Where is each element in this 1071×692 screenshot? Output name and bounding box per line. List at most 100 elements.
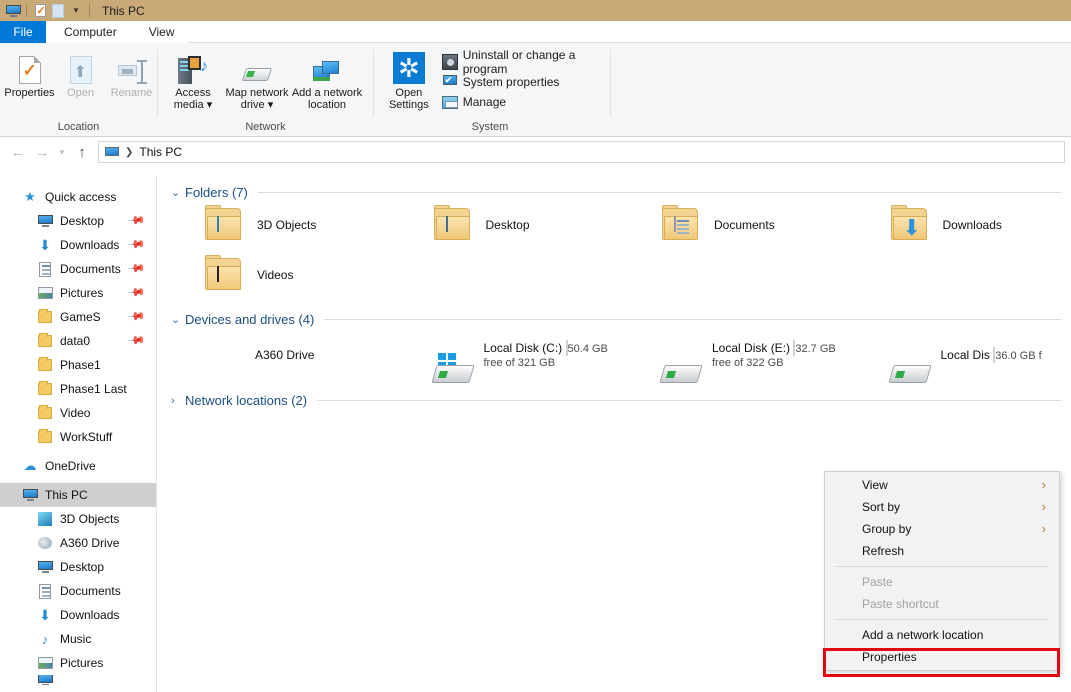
sidebar-item-desktop[interactable]: Desktop 📌 xyxy=(0,209,156,233)
pin-icon[interactable]: 📌 xyxy=(128,331,147,350)
breadcrumb-separator[interactable]: ❯ xyxy=(125,147,133,158)
sidebar-item-phase1-last[interactable]: Phase1 Last xyxy=(0,377,156,401)
open-settings-button[interactable]: Open Settings xyxy=(382,50,436,111)
forward-arrow-icon[interactable]: → xyxy=(30,140,54,164)
map-network-drive-icon xyxy=(241,52,273,84)
document-emblem-folder-icon xyxy=(662,205,702,242)
sidebar-item-label: Downloads xyxy=(60,608,120,622)
sidebar-item-workstuff[interactable]: WorkStuff xyxy=(0,425,156,449)
manage-button[interactable]: Manage xyxy=(441,92,610,112)
tab-file[interactable]: File xyxy=(0,21,46,43)
folder-item-documents[interactable]: Documents xyxy=(614,200,843,250)
cube-emblem-folder-icon xyxy=(205,205,245,242)
drive-item-local-disk-e[interactable]: Local Disk (E:) 32.7 GB free of 322 GB xyxy=(614,327,843,383)
pin-icon[interactable]: 📌 xyxy=(128,307,147,326)
navigation-pane[interactable]: ★ Quick access Desktop 📌 ⬇ Downloads 📌 D… xyxy=(0,177,157,692)
pin-icon[interactable]: 📌 xyxy=(128,259,147,278)
chevron-down-icon-2: ▾ xyxy=(267,99,274,111)
access-media-button[interactable]: ♪ Access media ▾ xyxy=(162,50,224,111)
pin-icon[interactable]: 📌 xyxy=(128,235,147,254)
sidebar-item-label: Music xyxy=(60,632,92,646)
drive-label: Local Disk (C:) xyxy=(483,341,563,355)
context-menu-item-add-network-location[interactable]: Add a network location xyxy=(825,624,1059,646)
sidebar-item-documents[interactable]: Documents 📌 xyxy=(0,257,156,281)
sidebar-item-downloads[interactable]: ⬇ Downloads 📌 xyxy=(0,233,156,257)
context-menu[interactable]: View › Sort by › Group by › Refresh Past… xyxy=(824,471,1060,671)
up-arrow-icon[interactable]: ↑ xyxy=(70,140,94,164)
access-media-label: Access media xyxy=(173,87,211,111)
sidebar-item-label: 3D Objects xyxy=(60,512,120,526)
pin-icon[interactable]: 📌 xyxy=(128,211,147,230)
folder-item-downloads[interactable]: ⬇ Downloads xyxy=(843,200,1071,250)
sidebar-item-pictures-2[interactable]: Pictures xyxy=(0,651,156,675)
context-menu-item-properties[interactable]: Properties xyxy=(825,646,1059,668)
folder-item-3d-objects[interactable]: 3D Objects xyxy=(157,200,386,250)
drive-item-local-disk-clipped[interactable]: Local Dis 36.0 GB f xyxy=(843,327,1071,383)
sidebar-item-games[interactable]: GameS 📌 xyxy=(0,305,156,329)
group-header-devices[interactable]: ⌄ Devices and drives (4) xyxy=(157,312,1071,327)
sidebar-item-data0[interactable]: data0 📌 xyxy=(0,329,156,353)
customize-toolbar-chevron-icon[interactable]: ▾ xyxy=(67,3,85,19)
context-menu-item-view[interactable]: View › xyxy=(825,474,1059,496)
ribbon-tab-strip: File Computer View xyxy=(0,21,1071,43)
chevron-down-icon[interactable]: ⌄ xyxy=(171,186,185,199)
new-folder-icon[interactable] xyxy=(49,3,67,19)
film-emblem-folder-icon xyxy=(205,255,245,292)
chevron-down-icon-2[interactable]: ⌄ xyxy=(171,313,185,326)
sidebar-item-downloads-2[interactable]: ⬇ Downloads xyxy=(0,603,156,627)
sidebar-item-music[interactable]: ♪ Music xyxy=(0,627,156,651)
pictures-icon xyxy=(37,285,53,301)
sidebar-item-quick-access[interactable]: ★ Quick access xyxy=(0,185,156,209)
context-menu-item-sort-by[interactable]: Sort by › xyxy=(825,496,1059,518)
drive-item-a360[interactable]: A360 Drive xyxy=(157,327,386,383)
sidebar-item-label: Quick access xyxy=(45,190,117,204)
breadcrumb[interactable]: This PC xyxy=(139,145,182,159)
download-emblem-folder-icon: ⬇ xyxy=(890,205,931,242)
desktop-icon xyxy=(37,213,53,229)
folder-item-desktop[interactable]: Desktop xyxy=(386,200,615,250)
sidebar-item-3d-objects[interactable]: 3D Objects xyxy=(0,507,156,531)
drive-item-local-disk-c[interactable]: Local Disk (C:) 50.4 GB free of 321 GB xyxy=(386,327,615,383)
recent-locations-icon[interactable]: ▾ xyxy=(54,140,70,164)
folder-icon xyxy=(37,381,53,397)
chevron-right-icon[interactable]: › xyxy=(171,395,185,407)
folder-icon xyxy=(37,309,53,325)
sidebar-item-video[interactable]: Video xyxy=(0,401,156,425)
sidebar-item-a360-drive[interactable]: A360 Drive xyxy=(0,531,156,555)
folder-icon xyxy=(37,357,53,373)
menu-label: View xyxy=(862,478,888,492)
sidebar-item-this-pc[interactable]: This PC xyxy=(0,483,156,507)
properties-button[interactable]: Properties xyxy=(4,50,55,99)
group-header-network-locations[interactable]: › Network locations (2) xyxy=(157,393,1071,408)
address-input[interactable]: ❯ This PC xyxy=(98,141,1065,163)
map-network-drive-button[interactable]: Map network drive ▾ xyxy=(224,50,290,111)
group-title: Network locations (2) xyxy=(185,393,308,408)
sidebar-item-pictures[interactable]: Pictures 📌 xyxy=(0,281,156,305)
ribbon: Properties Open Rename Location ♪ Access… xyxy=(0,43,1071,137)
add-network-location-button[interactable]: Add a network location xyxy=(290,50,364,111)
properties-check-icon[interactable] xyxy=(31,3,49,19)
sidebar-item-desktop-2[interactable]: Desktop xyxy=(0,555,156,579)
context-menu-item-refresh[interactable]: Refresh xyxy=(825,540,1059,562)
back-arrow-icon[interactable]: ← xyxy=(6,140,30,164)
folder-item-videos[interactable]: Videos xyxy=(157,250,411,300)
sidebar-item-onedrive[interactable]: ☁ OneDrive xyxy=(0,454,156,478)
sidebar-item-documents-2[interactable]: Documents xyxy=(0,579,156,603)
group-header-folders[interactable]: ⌄ Folders (7) xyxy=(157,185,1071,200)
tab-view[interactable]: View xyxy=(134,21,189,43)
uninstall-label: Uninstall or change a program xyxy=(462,48,576,76)
menu-label: Paste shortcut xyxy=(862,597,939,611)
tab-computer[interactable]: Computer xyxy=(46,21,135,43)
monitor-icon[interactable] xyxy=(4,3,22,19)
documents-icon xyxy=(37,261,53,277)
sidebar-item-partial[interactable] xyxy=(0,675,156,685)
context-menu-item-group-by[interactable]: Group by › xyxy=(825,518,1059,540)
pin-icon[interactable]: 📌 xyxy=(128,283,147,302)
uninstall-or-change-program-button[interactable]: Uninstall or change a program xyxy=(441,48,610,76)
sidebar-item-label: Documents xyxy=(60,262,121,276)
open-button[interactable]: Open xyxy=(55,50,106,99)
system-properties-label: System properties xyxy=(462,75,560,89)
menu-label: Sort by xyxy=(862,500,901,514)
rename-button[interactable]: Rename xyxy=(106,50,157,99)
sidebar-item-phase1[interactable]: Phase1 xyxy=(0,353,156,377)
